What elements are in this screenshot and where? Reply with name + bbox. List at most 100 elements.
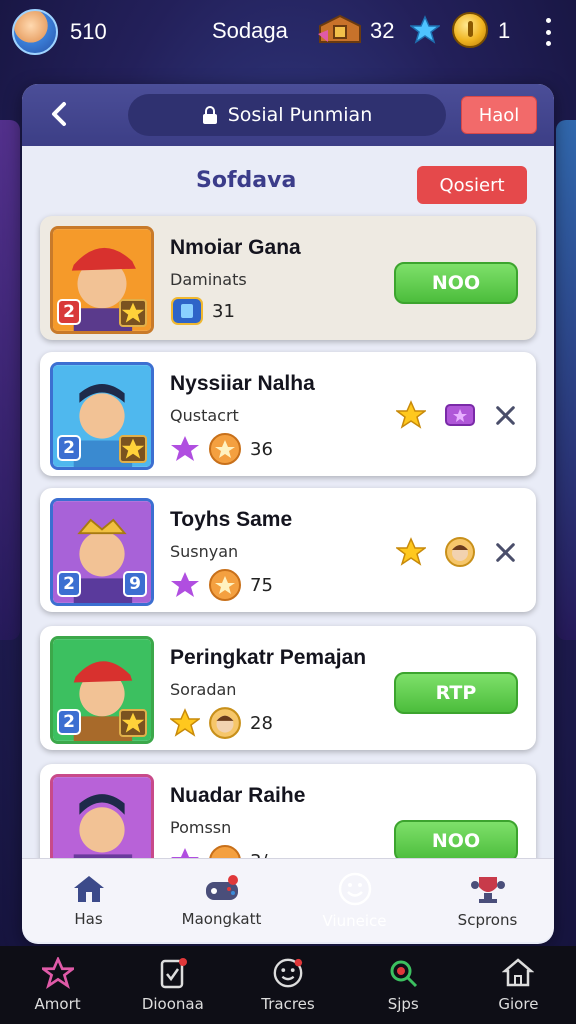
star-badge-icon [119,299,147,327]
card-name: Nuadar Raihe [170,784,306,807]
inner-nav: Has Maongkatt Viuneice Scprons [22,858,554,942]
nav-item-smiley-active[interactable]: Viuneice [288,859,421,942]
lock-icon [202,106,217,124]
bottom-nav-item[interactable]: Amort [0,946,115,1024]
card-name: Peringkatr Pemajan [170,646,367,669]
card-subtitle: Pomssn [170,818,232,837]
nav-item-trophy[interactable]: Scprons [421,859,554,942]
player-portrait: 2 [50,636,154,744]
search-bar[interactable]: Sosial Punmian [128,94,446,136]
card-stats: 36 [170,432,273,466]
bottom-nav-item[interactable]: Tracres [230,946,345,1024]
card-stats: 28 [170,706,273,740]
nav-label: Maongkatt [181,909,262,928]
player-card[interactable]: 2 9 Toyhs Same Susnyan 75 [40,488,536,612]
search-label: Sosial Punmian [227,104,373,126]
card-subtitle: Susnyan [170,542,239,561]
nav-label: Viuneice [322,911,387,930]
header-action-button[interactable]: Haol [461,96,537,134]
card-name: Toyhs Same [170,508,293,531]
rank-badge: 2 [57,435,81,461]
smiley-icon [338,872,371,905]
star-icon [41,957,74,989]
card-subtitle: Qustacrt [170,406,239,425]
top-bar: 510 Sodaga 32 1 [0,0,576,64]
gold-star-icon[interactable] [396,537,426,567]
nav-label: Has [74,909,103,928]
card-value: 31 [212,300,235,322]
close-icon[interactable] [494,541,516,563]
shield-gem-icon [171,297,203,325]
player-card[interactable]: 2 Peringkatr Pemajan Soradan 28 RTP [40,626,536,750]
rank-badge: 2 [57,571,81,597]
purple-star-icon [171,572,199,597]
background-panel-right [556,120,576,640]
player-portrait: 2 [50,362,154,470]
chest-icon[interactable] [318,12,362,48]
face-token-icon[interactable] [444,536,476,568]
card-name: Nyssiiar Nalha [170,372,315,395]
panel-header: Sosial Punmian Haol [22,84,554,146]
section-header: Sofdava Qosiert [22,146,554,208]
gold-coin-icon[interactable] [452,12,488,48]
card-value: 36 [250,438,273,460]
nav-item-home[interactable]: Has [22,859,155,942]
gold-star-icon[interactable] [396,400,426,430]
section-action-button[interactable]: Qosiert [417,166,527,204]
controller-icon [205,874,238,900]
face-token-icon [209,707,241,739]
purple-star-icon [171,436,199,461]
house-icon [502,958,535,987]
more-menu-icon[interactable] [540,18,556,46]
nav-label: Scprons [457,910,518,929]
ticket-icon[interactable] [444,402,476,428]
rank-badge-secondary: 9 [123,571,147,597]
card-actions [396,536,516,568]
bottom-nav-item[interactable]: Giore [461,946,576,1024]
rank-badge: 2 [57,299,81,325]
card-subtitle: Soradan [170,680,237,699]
gold-star-icon [170,708,200,737]
coin-count: 32 [370,18,395,43]
card-action-button[interactable]: RTP [394,672,518,714]
bottom-nav-label: Sjps [387,995,419,1013]
orange-medal-icon [209,569,241,601]
player-portrait: 2 9 [50,498,154,606]
bottom-nav-item[interactable]: Sjps [346,946,461,1024]
card-stats: 75 [170,568,273,602]
card-action-button[interactable]: NOO [394,820,518,862]
player-avatar[interactable] [12,9,58,55]
player-card[interactable]: 2 Nyssiiar Nalha Qustacrt 36 [40,352,536,476]
main-panel: Sosial Punmian Haol Sofdava Qosiert 2 Nm… [22,84,554,944]
player-card[interactable]: 2 Nmoiar Gana Daminats 31 NOO [40,216,536,340]
player-portrait: 2 [50,226,154,334]
gold-count: 1 [498,18,511,43]
bottom-nav-label: Tracres [261,995,315,1013]
card-value: 28 [250,712,273,734]
search-red-icon [390,960,418,988]
rank-badge: 2 [57,709,81,735]
card-stats: 31 [170,296,235,326]
blue-star-icon [410,15,440,44]
nav-item-controller[interactable]: Maongkatt [155,859,288,942]
star-badge-icon [119,709,147,737]
card-actions [396,400,516,430]
bottom-nav-label: Giore [498,995,539,1013]
home-icon [73,875,104,902]
player-level: 510 [70,19,107,44]
bottom-nav-item[interactable]: Dioonaa [115,946,230,1024]
card-action-button[interactable]: NOO [394,262,518,304]
smile-face-icon [273,958,303,988]
card-subtitle: Daminats [170,270,247,289]
bottom-nav: Amort Dioonaa Tracres Sjps Giore [0,946,576,1024]
close-icon[interactable] [494,404,516,426]
card-name: Nmoiar Gana [170,236,301,259]
trophy-icon [470,876,505,903]
check-doc-icon [160,958,187,989]
back-arrow-icon[interactable] [48,100,72,128]
app-title: Sodaga [212,18,288,43]
card-value: 75 [250,574,273,596]
orange-medal-icon [209,433,241,465]
star-badge-icon [119,435,147,463]
background-panel-left [0,120,20,640]
